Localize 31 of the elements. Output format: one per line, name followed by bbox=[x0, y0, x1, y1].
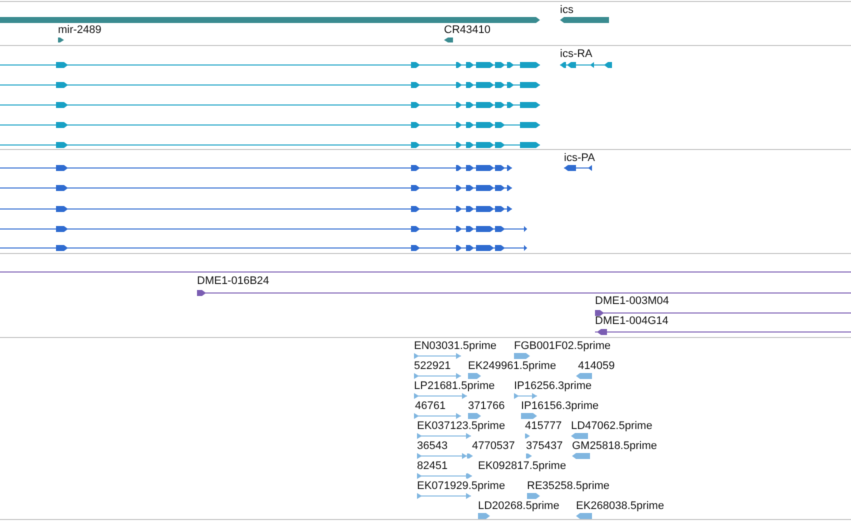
feature-label: LP21681.5prime bbox=[414, 380, 495, 393]
feature-label: DME1-004G14 bbox=[595, 315, 668, 328]
feature-label: ics-RA bbox=[560, 48, 592, 61]
feature-label: EK037123.5prime bbox=[417, 420, 506, 433]
feature-label: IP16256.3prime bbox=[514, 380, 592, 393]
feature-label: 82451 bbox=[417, 460, 448, 473]
feature-label: EK071929.5prime bbox=[417, 480, 506, 493]
feature-label: LD20268.5prime bbox=[478, 500, 560, 513]
feature-label: mir-2489 bbox=[58, 24, 102, 37]
feature-label: EK092817.5prime bbox=[478, 460, 566, 473]
feature-label: GM25818.5prime bbox=[572, 440, 657, 453]
feature-label: 375437 bbox=[526, 440, 563, 453]
feature-label: IP16156.3prime bbox=[521, 400, 599, 413]
feature-label: LD47062.5prime bbox=[571, 420, 652, 433]
feature-label: 36543 bbox=[417, 440, 448, 453]
feature-label: 4770537 bbox=[472, 440, 515, 453]
feature-label: EK268038.5prime bbox=[576, 500, 664, 513]
feature-label: DME1-016B24 bbox=[197, 275, 270, 288]
feature-label: ics bbox=[560, 4, 574, 17]
feature-label: 46761 bbox=[415, 400, 446, 413]
feature-label: 522921 bbox=[414, 360, 451, 373]
feature-label: 415777 bbox=[525, 420, 562, 433]
feature-label: 414059 bbox=[578, 360, 615, 373]
feature-label: ics-PA bbox=[564, 152, 595, 165]
feature-label: FGB001F02.5prime bbox=[514, 340, 611, 353]
feature-label: DME1-003M04 bbox=[595, 295, 669, 308]
feature-label: EK249961.5prime bbox=[468, 360, 556, 373]
feature-label: RE35258.5prime bbox=[527, 480, 610, 493]
feature-label: CR43410 bbox=[444, 24, 490, 37]
feature-label: 371766 bbox=[468, 400, 505, 413]
feature-label: EN03031.5prime bbox=[414, 340, 497, 353]
